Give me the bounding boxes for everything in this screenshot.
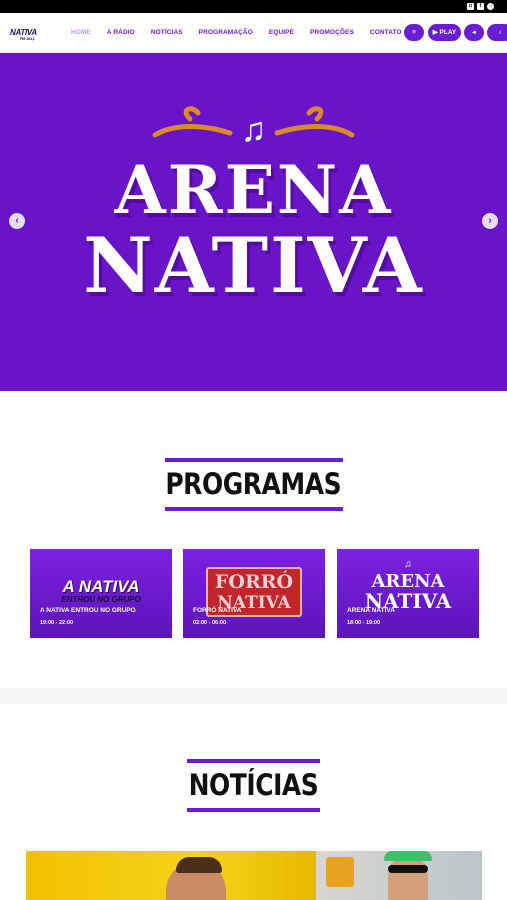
hero-title-line2: NATIVA xyxy=(83,221,424,310)
instagram-icon[interactable]: ◘ xyxy=(467,3,474,10)
music-note-icon: ♪ xyxy=(498,29,502,36)
menu-item-a-radio[interactable]: A RÁDIO xyxy=(107,29,135,36)
hero-slider: ♫ ARENA NATIVA ‹ › xyxy=(0,53,507,391)
slider-prev-button[interactable]: ‹ xyxy=(9,213,25,229)
menu-item-noticias[interactable]: NOTÍCIAS xyxy=(151,29,183,36)
heading-bar-bottom xyxy=(187,808,320,812)
slider-next-button[interactable]: › xyxy=(482,213,498,229)
site-logo[interactable]: NATIVA FM 103,1 xyxy=(10,28,37,41)
program-time: 02:00 - 06:00 xyxy=(193,620,227,626)
programs-heading: PROGRAMAS xyxy=(0,458,507,511)
main-nav: NATIVA FM 103,1 HOME A RÁDIO NOTÍCIAS PR… xyxy=(0,13,507,53)
heading-bar-bottom xyxy=(164,507,343,511)
menu: HOME A RÁDIO NOTÍCIAS PROGRAMAÇÃO EQUIPE… xyxy=(71,29,418,36)
menu-item-contato[interactable]: CONTATO xyxy=(370,29,402,36)
news-image-drink xyxy=(326,857,354,887)
volume-button[interactable]: ◂ xyxy=(464,24,484,41)
program-time: 18:00 - 19:00 xyxy=(347,620,381,626)
program-art-subtitle: ENTROU NO GRUPO xyxy=(61,595,141,604)
music-note-icon: ♫ xyxy=(240,111,267,149)
menu-toggle-button[interactable]: ≡ xyxy=(404,24,424,41)
menu-item-programacao[interactable]: PROGRAMAÇÃO xyxy=(199,29,253,36)
news-image-face xyxy=(388,855,428,900)
whatsapp-icon[interactable]: ○ xyxy=(487,3,494,10)
top-bar: ◘ f ○ xyxy=(0,0,507,13)
music-note-icon: ♫ xyxy=(404,559,412,570)
menu-item-promocoes[interactable]: PROMOÇÕES xyxy=(310,29,354,36)
play-button[interactable]: ▶ PLAY xyxy=(428,24,461,41)
hamburger-icon: ≡ xyxy=(412,29,416,36)
hero-title-line1: ARENA xyxy=(114,151,393,229)
news-title: NOTÍCIAS xyxy=(188,768,319,802)
program-art-title: FORRÓ xyxy=(214,571,294,593)
menu-item-equipe[interactable]: EQUIPE xyxy=(269,29,294,36)
program-name: FORRÓ NATIVA xyxy=(193,607,242,614)
sunglasses-icon xyxy=(388,865,428,873)
news-heading: NOTÍCIAS xyxy=(0,759,507,812)
music-button[interactable]: ♪ xyxy=(487,24,507,41)
news-image[interactable] xyxy=(26,851,482,900)
news-image-hair xyxy=(176,857,222,873)
program-card[interactable]: ♫ ARENA NATIVA ARENA NATIVA 18:00 - 19:0… xyxy=(337,549,479,638)
program-card[interactable]: FORRÓ NATIVA FORRÓ NATIVA 02:00 - 06:00 xyxy=(183,549,325,638)
news-image-hat xyxy=(384,851,432,861)
program-name: ARENA NATIVA xyxy=(347,607,395,614)
program-name: A NATIVA ENTROU NO GRUPO xyxy=(40,607,136,614)
program-art-title: A NATIVA xyxy=(62,577,140,596)
menu-item-home[interactable]: HOME xyxy=(71,29,91,36)
facebook-icon[interactable]: f xyxy=(477,3,484,10)
volume-icon: ◂ xyxy=(472,29,476,36)
programs-title: PROGRAMAS xyxy=(165,467,342,501)
program-card[interactable]: A NATIVA ENTROU NO GRUPO A NATIVA ENTROU… xyxy=(30,549,172,638)
program-time: 19:00 - 22:00 xyxy=(40,620,74,626)
section-divider xyxy=(0,688,507,704)
